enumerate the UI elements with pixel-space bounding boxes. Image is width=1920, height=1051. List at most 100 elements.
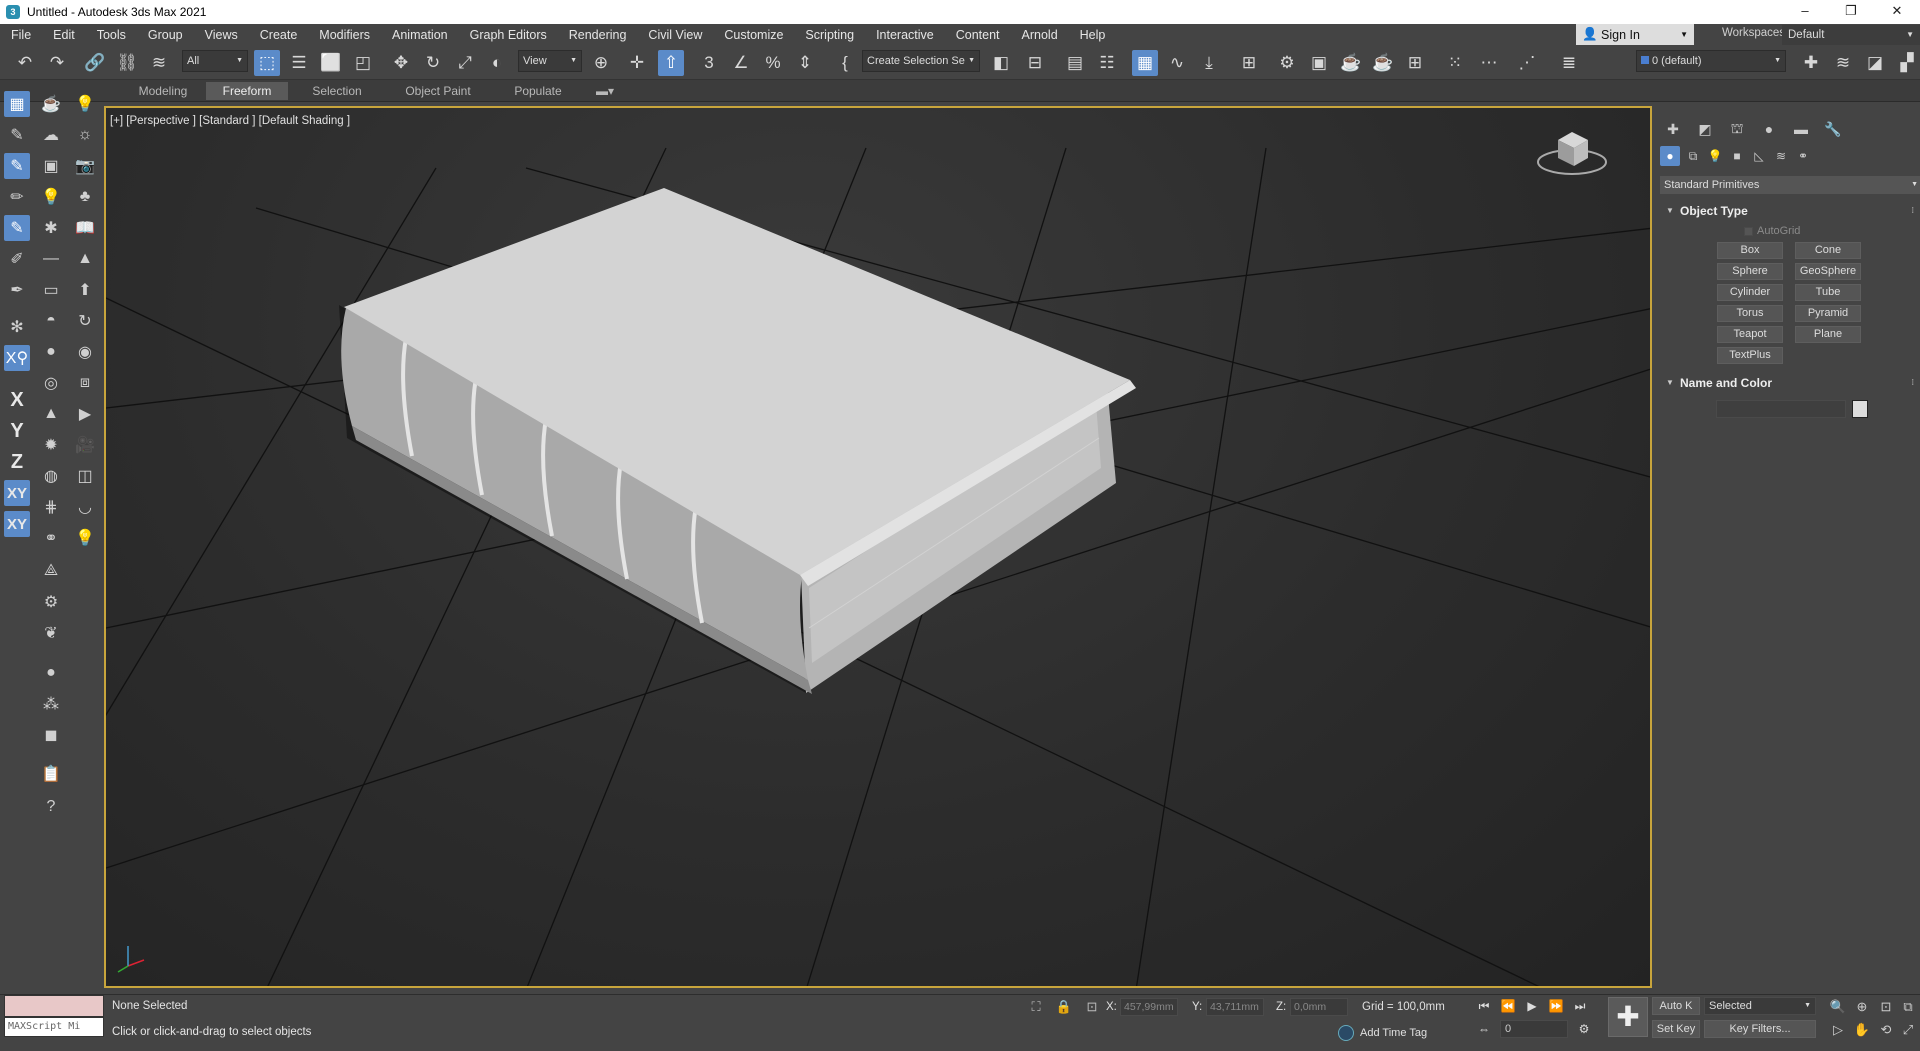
gold-sphere-icon[interactable]: ◍ (38, 463, 64, 489)
create-tab-icon[interactable]: ✚ (1662, 118, 1684, 140)
cone-tool-icon[interactable]: ▲ (72, 246, 98, 272)
motion-tab-icon[interactable]: ● (1758, 118, 1780, 140)
current-frame-field[interactable]: 0 (1500, 1020, 1568, 1038)
layer-explorer-icon[interactable]: ☷ (1094, 50, 1120, 76)
align-icon[interactable]: ⊟ (1022, 50, 1048, 76)
bowl-icon[interactable]: ◡ (72, 494, 98, 520)
viewcube[interactable] (1537, 132, 1607, 175)
sun-icon[interactable]: ☼ (72, 122, 98, 148)
orbit-icon[interactable]: ⟲ (1876, 1020, 1896, 1040)
modify-tab-icon[interactable]: ◩ (1694, 118, 1716, 140)
edit-named-selection-icon[interactable]: { (832, 50, 858, 76)
menu-civil-view[interactable]: Civil View (637, 24, 713, 46)
previous-frame-icon[interactable]: ⏪ (1498, 996, 1518, 1016)
cone-icon[interactable]: ▲ (38, 401, 64, 427)
pan-icon[interactable]: ✋ (1852, 1020, 1872, 1040)
shapes-icon[interactable]: ⧉ (1683, 146, 1703, 166)
time-config-icon[interactable]: ⚙ (1574, 1019, 1594, 1039)
transform-icon[interactable]: ✻ (4, 314, 30, 340)
arrow-up-icon[interactable]: ⬆ (72, 277, 98, 303)
play-panel-icon[interactable]: ▶ (72, 401, 98, 427)
menu-customize[interactable]: Customize (713, 24, 794, 46)
restore-button[interactable]: ❐ (1828, 0, 1874, 22)
name-and-color-rollout[interactable]: ▼ Name and Color ⁞ (1660, 373, 1920, 393)
cloud-icon[interactable]: ☁ (38, 122, 64, 148)
box-tool-icon[interactable]: ◫ (72, 463, 98, 489)
torus-tool-icon[interactable]: ◎ (38, 370, 64, 396)
menu-tools[interactable]: Tools (86, 24, 137, 46)
viewport-label[interactable]: [+] [Perspective ] [Standard ] [Default … (110, 115, 350, 127)
angle-snap-icon[interactable]: ∠ (728, 50, 754, 76)
tab-populate[interactable]: Populate (496, 82, 580, 100)
spinner-snap-icon[interactable]: ⇕ (792, 50, 818, 76)
move-icon[interactable]: ✥ (388, 50, 414, 76)
book-model[interactable] (339, 188, 1136, 694)
workspace-dropdown[interactable]: Default ▼ (1782, 25, 1920, 45)
cameras-icon[interactable]: ■ (1727, 146, 1747, 166)
close-button[interactable]: ✕ (1874, 0, 1920, 22)
clipboard-icon[interactable]: 📋 (38, 761, 64, 787)
box-button[interactable]: Box (1717, 242, 1783, 259)
pyramid-button[interactable]: Pyramid (1795, 305, 1861, 322)
autogrid-checkbox[interactable]: AutoGrid (1744, 225, 1800, 237)
menu-graph-editors[interactable]: Graph Editors (459, 24, 558, 46)
y-coord-field[interactable]: 43,711mm (1206, 998, 1264, 1016)
ribbon-options-icon[interactable]: ▬▾ (592, 82, 618, 100)
tube-button[interactable]: Tube (1795, 284, 1861, 301)
cone-button[interactable]: Cone (1795, 242, 1861, 259)
menu-scripting[interactable]: Scripting (794, 24, 865, 46)
render-gallery-icon[interactable]: ⊞ (1402, 50, 1428, 76)
globe-icon[interactable]: ◉ (72, 339, 98, 365)
material-editor-icon[interactable]: ⊞ (1236, 50, 1262, 76)
select-in-layer-icon[interactable]: ◪ (1862, 50, 1888, 76)
object-type-rollout[interactable]: ▼ Object Type ⁞ (1660, 201, 1920, 221)
sphere-icon[interactable]: ● (38, 339, 64, 365)
grid-tool-icon[interactable]: ⋕ (38, 494, 64, 520)
menu-arnold[interactable]: Arnold (1011, 24, 1069, 46)
bulb-icon[interactable]: 💡 (38, 184, 64, 210)
sphere-button[interactable]: Sphere (1717, 263, 1783, 280)
isolate-selection-icon[interactable]: ⛶ (1026, 997, 1046, 1017)
gear-icon[interactable]: ⚙ (38, 589, 64, 615)
lasso-icon[interactable]: ✐ (4, 246, 30, 272)
plane-button[interactable]: Plane (1795, 326, 1861, 343)
geometry-icon[interactable]: ● (1660, 146, 1680, 166)
layer-manager-icon[interactable]: ≣ (1556, 50, 1582, 76)
menu-rendering[interactable]: Rendering (558, 24, 638, 46)
menu-animation[interactable]: Animation (381, 24, 459, 46)
line-icon[interactable]: — (38, 246, 64, 272)
placement-icon[interactable]: ◐ (484, 50, 510, 76)
particles-icon[interactable]: ⁂ (38, 691, 64, 717)
tree-icon[interactable]: ♣ (72, 184, 98, 210)
torus-button[interactable]: Torus (1717, 305, 1783, 322)
absolute-mode-icon[interactable]: ⊡ (1082, 997, 1102, 1017)
systems-icon[interactable]: ⚭ (1793, 146, 1813, 166)
reference-coordinate-dropdown[interactable]: View ▼ (518, 50, 582, 72)
scene-explorer-icon[interactable]: ▤ (1062, 50, 1088, 76)
zoom-all-icon[interactable]: ⊕ (1852, 997, 1872, 1017)
named-selection-dropdown[interactable]: Create Selection Se ▼ (862, 50, 980, 72)
key-filters-button[interactable]: Key Filters... (1704, 1020, 1816, 1038)
key-mode-icon[interactable]: ⇔ (1474, 1019, 1494, 1039)
auto-key-button[interactable]: Auto K (1652, 997, 1700, 1015)
select-manipulate-icon[interactable]: ✛ (624, 50, 650, 76)
select-grid-icon[interactable]: ▦ (4, 91, 30, 117)
ball-icon[interactable]: ● (38, 660, 64, 686)
redo-icon[interactable]: ↷ (44, 50, 70, 76)
utilities-tab-icon[interactable]: 🔧 (1822, 118, 1844, 140)
menu-file[interactable]: File (0, 24, 42, 46)
play-icon[interactable]: ▶ (1522, 996, 1542, 1016)
maxscript-listener-output[interactable] (4, 995, 104, 1017)
lamp-icon[interactable]: 💡 (72, 525, 98, 551)
render-box-icon[interactable]: ◼ (38, 722, 64, 748)
curve-editor-icon[interactable]: ∿ (1164, 50, 1190, 76)
rotate-icon[interactable]: ↻ (420, 50, 446, 76)
maxscript-mini-listener[interactable]: MAXScript Mi (4, 1017, 104, 1037)
link-icon[interactable]: 🔗 (82, 50, 108, 76)
menu-interactive[interactable]: Interactive (865, 24, 945, 46)
object-color-swatch[interactable] (1852, 400, 1868, 418)
menu-create[interactable]: Create (249, 24, 309, 46)
zoom-icon[interactable]: 🔍 (1828, 997, 1848, 1017)
rectangle-icon[interactable]: ▭ (38, 277, 64, 303)
teapot-button[interactable]: Teapot (1717, 326, 1783, 343)
